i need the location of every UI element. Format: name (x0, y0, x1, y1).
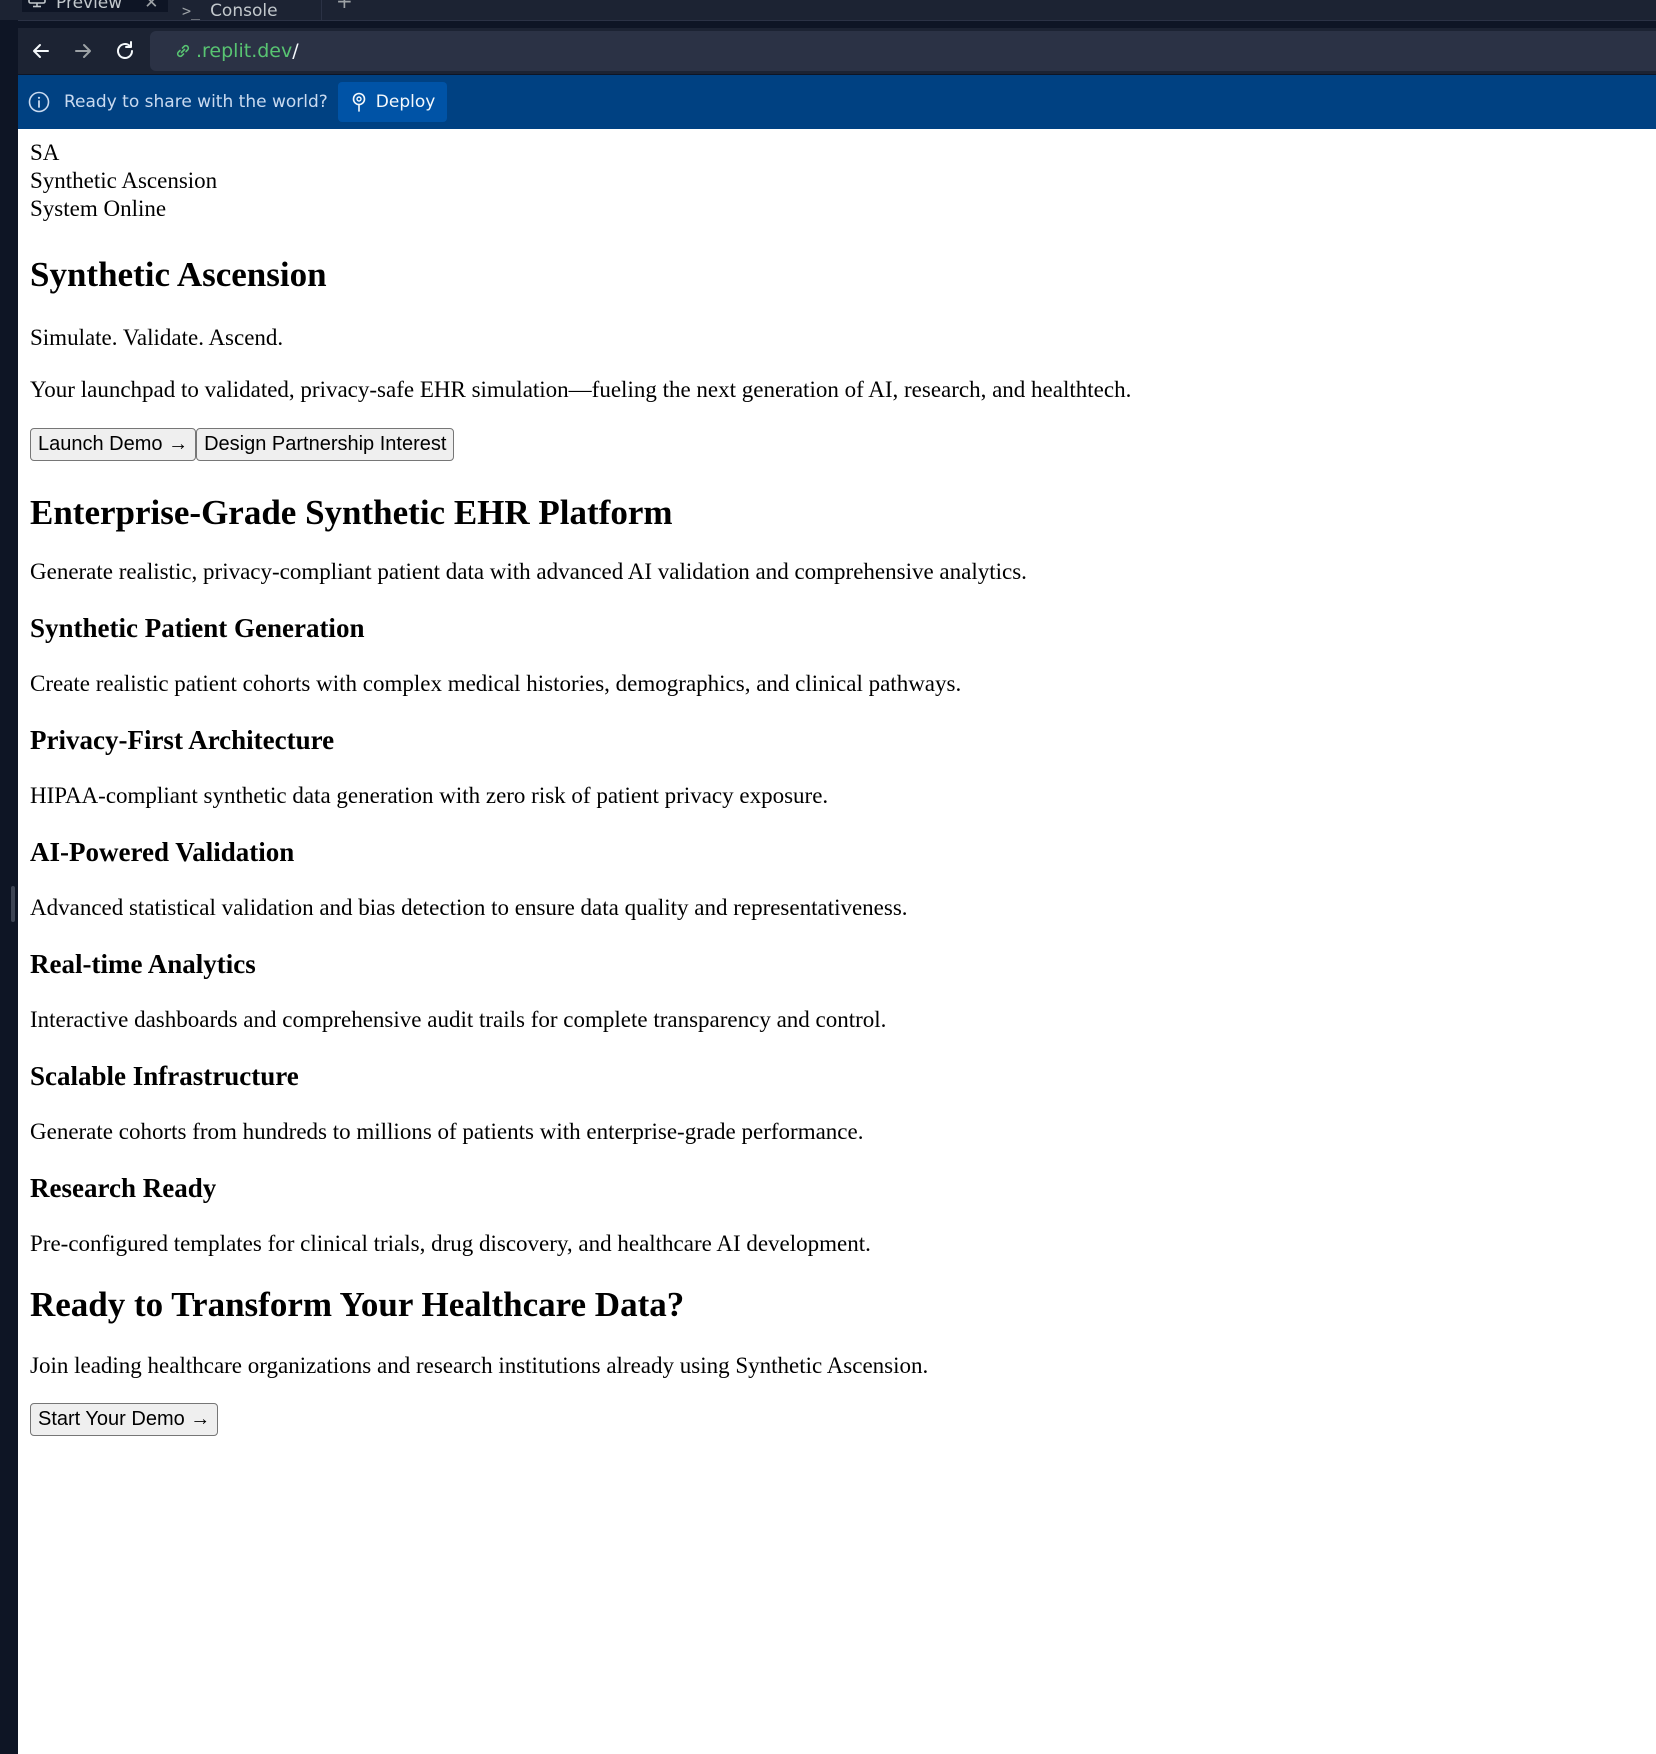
tab-console[interactable]: >_ Console (172, 0, 322, 20)
feature-title: Real-time Analytics (30, 949, 256, 979)
platform-subtitle: Generate realistic, privacy-compliant pa… (30, 559, 1027, 584)
deploy-icon (352, 92, 366, 112)
cta-text: Join leading healthcare organizations an… (30, 1353, 929, 1378)
feature-desc: HIPAA-compliant synthetic data generatio… (30, 783, 829, 808)
cta-buttons: Start Your Demo → (30, 1403, 1644, 1436)
banner-message: Ready to share with the world? (64, 92, 328, 112)
brand-name: Synthetic Ascension (30, 168, 218, 193)
deploy-button-label: Deploy (375, 92, 436, 112)
start-demo-button[interactable]: Start Your Demo → (30, 1403, 219, 1436)
resize-handle[interactable] (11, 886, 15, 922)
reload-button[interactable] (104, 31, 146, 71)
feature-title: Scalable Infrastructure (30, 1061, 299, 1091)
tab-console-label: Console (210, 1, 278, 21)
hero-lead: Your launchpad to validated, privacy-saf… (30, 377, 1132, 402)
platform-title: Enterprise-Grade Synthetic EHR Platform (30, 493, 673, 532)
url-path: / (292, 40, 299, 62)
feature-desc: Advanced statistical validation and bias… (30, 895, 908, 920)
back-button[interactable] (20, 31, 62, 71)
brand-initials: SA (30, 140, 60, 165)
reload-icon (117, 41, 133, 59)
tab-preview[interactable]: Preview ✕ (22, 0, 168, 12)
left-gutter (0, 20, 18, 1754)
feature-title: Research Ready (30, 1173, 217, 1203)
design-partnership-button[interactable]: Design Partnership Interest (196, 428, 455, 461)
add-tab-button[interactable]: + (336, 0, 353, 13)
brand-block: SA Synthetic Ascension System Online (30, 139, 1644, 223)
plus-icon: + (336, 0, 353, 13)
preview-page: SA Synthetic Ascension System Online Syn… (18, 129, 1656, 1754)
tab-bar: Preview ✕ >_ Console + (0, 0, 1656, 21)
info-icon (28, 91, 50, 113)
hero-tagline: Simulate. Validate. Ascend. (30, 325, 284, 350)
terminal-icon: >_ (182, 2, 201, 20)
arrow-right-icon (75, 44, 91, 58)
launch-demo-button[interactable]: Launch Demo → (30, 428, 197, 461)
monitor-icon (28, 0, 46, 12)
cta-title: Ready to Transform Your Healthcare Data? (30, 1285, 685, 1324)
feature-list: Synthetic Patient Generation Create real… (30, 611, 1644, 1259)
tab-preview-label: Preview (56, 0, 123, 13)
url-field[interactable]: .replit.dev / (150, 31, 1656, 71)
hero-title: Synthetic Ascension (30, 255, 327, 294)
url-host: .replit.dev (196, 40, 293, 62)
link-icon (176, 44, 190, 58)
arrow-left-icon (33, 44, 49, 58)
feature-desc: Create realistic patient cohorts with co… (30, 671, 962, 696)
forward-button[interactable] (62, 31, 104, 71)
deploy-button[interactable]: Deploy (337, 82, 448, 122)
feature-title: AI-Powered Validation (30, 837, 295, 867)
feature-title: Synthetic Patient Generation (30, 613, 365, 643)
hero-buttons: Launch Demo → Design Partnership Interes… (30, 428, 1644, 461)
deploy-banner: Ready to share with the world? Deploy (18, 75, 1656, 129)
address-bar-row: .replit.dev / (18, 28, 1656, 74)
feature-title: Privacy-First Architecture (30, 725, 335, 755)
feature-desc: Generate cohorts from hundreds to millio… (30, 1119, 864, 1144)
feature-desc: Interactive dashboards and comprehensive… (30, 1007, 887, 1032)
feature-desc: Pre-configured templates for clinical tr… (30, 1231, 871, 1256)
system-status: System Online (30, 196, 167, 221)
close-icon[interactable]: ✕ (144, 0, 158, 12)
